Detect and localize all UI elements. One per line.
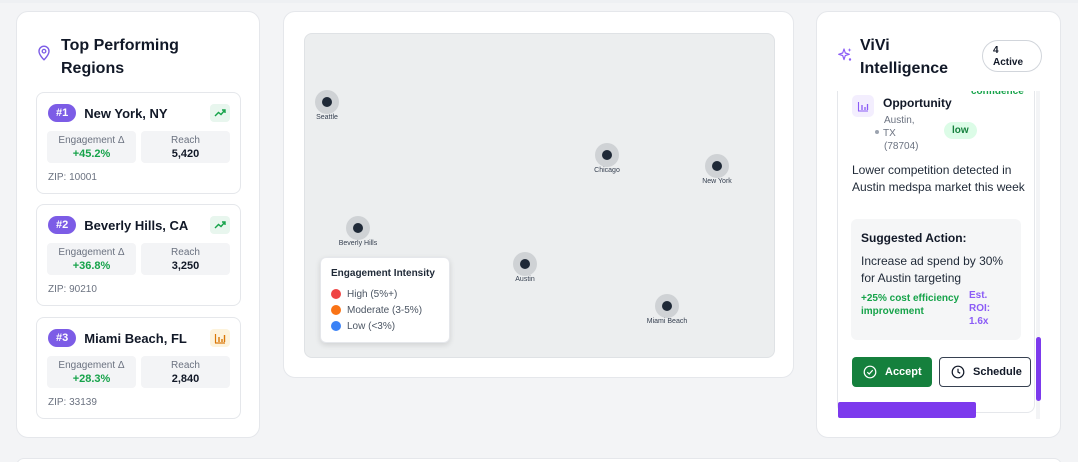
city-label: Miami Beach [646, 318, 688, 325]
regions-header: Top Performing Regions [37, 34, 211, 80]
insight-card: confidence Opportunity Austin, TX (78704… [837, 91, 1035, 413]
legend-swatch [331, 321, 341, 331]
marker-dot [655, 294, 679, 318]
region-card-1[interactable]: #1 New York, NY Engagement Δ +45.2% Reac… [36, 92, 241, 194]
marker-dot [705, 154, 729, 178]
rank-badge: #3 [48, 329, 77, 347]
region-name: Beverly Hills, CA [84, 217, 189, 233]
marker-dot [513, 252, 537, 276]
vivi-intelligence-card: ViVi Intelligence 4 Active confidence Op… [816, 11, 1061, 438]
bar-chart-icon [210, 329, 230, 347]
engagement-map-card: Seattle Chicago New York Beverly Hills A… [283, 11, 794, 378]
legend-item-low: Low (<3%) [331, 318, 439, 334]
zip-code: ZIP: 90210 [48, 284, 97, 295]
clock-icon [951, 365, 965, 379]
rank-badge: #1 [48, 104, 77, 122]
rank-badge: #2 [48, 216, 77, 234]
reach-metric: Reach 2,840 [141, 356, 230, 388]
region-card-3[interactable]: #3 Miami Beach, FL Engagement Δ +28.3% R… [36, 317, 241, 419]
suggested-action-title: Suggested Action: [861, 231, 967, 245]
engagement-metric: Engagement Δ +28.3% [47, 356, 136, 388]
reach-metric: Reach 3,250 [141, 243, 230, 275]
city-label: Beverly Hills [338, 240, 378, 247]
engagement-metric: Engagement Δ +45.2% [47, 131, 136, 163]
top-regions-card: Top Performing Regions #1 New York, NY E… [16, 11, 260, 438]
legend-title: Engagement Intensity [331, 268, 435, 279]
city-marker-seattle[interactable]: Seattle [297, 90, 357, 121]
trending-up-icon [210, 216, 230, 234]
map-pin-icon [38, 45, 50, 61]
marker-dot [315, 90, 339, 114]
scrollbar-thumb[interactable] [1036, 337, 1041, 401]
city-label: Chicago [594, 167, 620, 174]
legend-item-high: High (5%+) [331, 286, 439, 302]
trending-up-icon [210, 104, 230, 122]
priority-badge: low [944, 122, 977, 139]
next-section-card [16, 458, 1062, 462]
region-name: Miami Beach, FL [84, 330, 187, 346]
suggested-action-text: Increase ad spend by 30% for Austin targ… [861, 254, 1004, 285]
region-name: New York, NY [84, 105, 168, 121]
accept-button[interactable]: Accept [852, 357, 932, 387]
top-strip [0, 0, 1078, 3]
legend-item-moderate: Moderate (3-5%) [331, 302, 439, 318]
engagement-legend: Engagement Intensity High (5%+) Moderate… [320, 257, 450, 343]
regions-title: Top Performing Regions [61, 37, 179, 77]
insight-location: Austin, TX (78704) [875, 114, 918, 153]
marker-dot [346, 216, 370, 240]
horizontal-scrollbar-thumb[interactable] [838, 402, 976, 418]
legend-swatch [331, 289, 341, 299]
zip-code: ZIP: 33139 [48, 397, 97, 408]
roi-text: Est. ROI: 1.6x [969, 290, 991, 327]
insight-description: Lower competition detected in Austin med… [852, 163, 1025, 194]
legend-swatch [331, 305, 341, 315]
sparkles-icon [838, 48, 852, 61]
reach-metric: Reach 5,420 [141, 131, 230, 163]
city-marker-chicago[interactable]: Chicago [577, 143, 637, 174]
impact-text: +25% cost efficiency improvement [861, 293, 960, 317]
engagement-metric: Engagement Δ +36.8% [47, 243, 136, 275]
city-marker-miami-beach[interactable]: Miami Beach [637, 294, 697, 325]
vivi-title: ViVi Intelligence [860, 37, 949, 77]
insight-type: Opportunity [883, 96, 952, 110]
city-marker-beverly-hills[interactable]: Beverly Hills [328, 216, 388, 247]
schedule-button[interactable]: Schedule [939, 357, 1031, 387]
city-marker-new-york[interactable]: New York [687, 154, 747, 185]
vivi-header: ViVi Intelligence [837, 34, 960, 80]
suggested-action-box: Suggested Action: Increase ad spend by 3… [851, 219, 1021, 340]
city-label: Austin [515, 276, 535, 283]
city-label: Seattle [316, 114, 338, 121]
engagement-map[interactable]: Seattle Chicago New York Beverly Hills A… [304, 33, 775, 358]
marker-dot [595, 143, 619, 167]
city-marker-austin[interactable]: Austin [495, 252, 555, 283]
check-circle-icon [863, 365, 877, 379]
region-card-2[interactable]: #2 Beverly Hills, CA Engagement Δ +36.8%… [36, 204, 241, 306]
city-label: New York [702, 178, 732, 185]
bar-chart-icon [852, 95, 874, 117]
confidence-label: confidence [971, 91, 1024, 97]
zip-code: ZIP: 10001 [48, 172, 97, 183]
active-count-badge: 4 Active [982, 40, 1042, 72]
